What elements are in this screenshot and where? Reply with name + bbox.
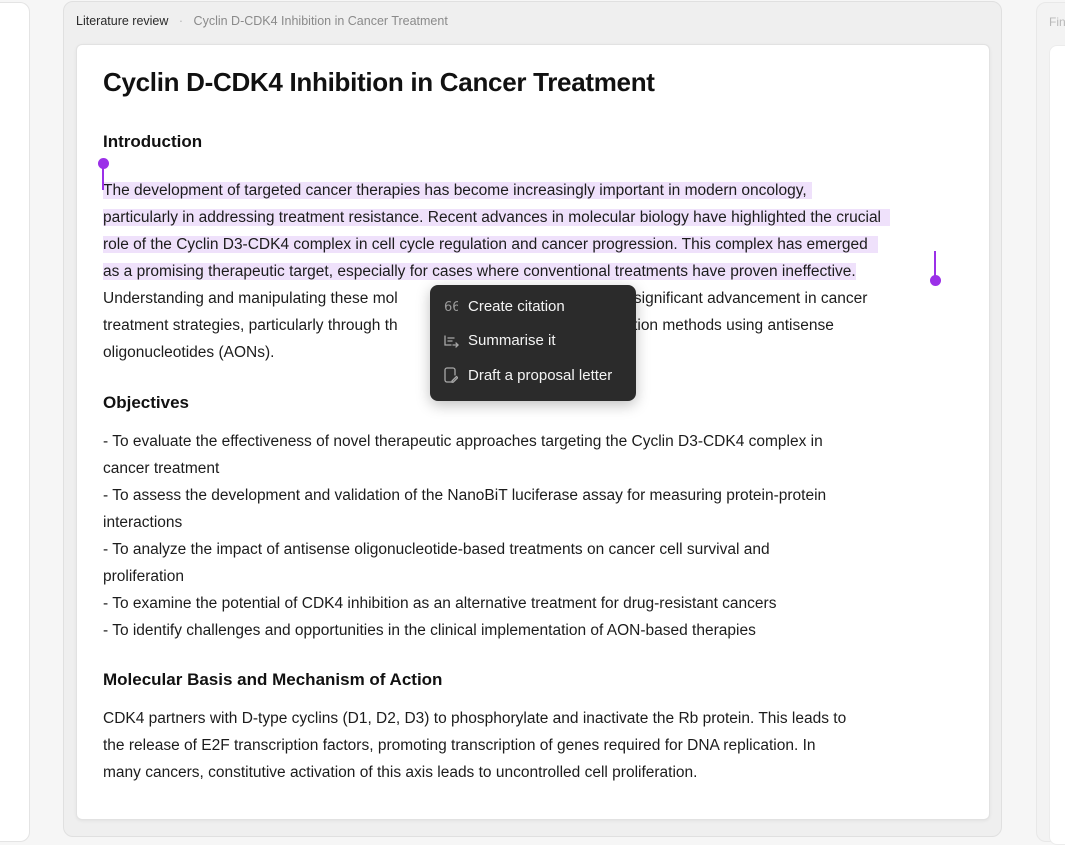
- document-title: Cyclin D-CDK4 Inhibition in Cancer Treat…: [103, 67, 655, 97]
- menu-item-label: Draft a proposal letter: [468, 366, 613, 384]
- list-item: cancer treatment: [103, 460, 220, 477]
- next-document-card[interactable]: Fin: [1036, 2, 1065, 845]
- selection-end-handle[interactable]: [930, 251, 942, 287]
- list-item: interactions: [103, 514, 183, 531]
- molecular-basis-paragraph[interactable]: CDK4 partners with D-type cyclins (D1, D…: [103, 705, 846, 786]
- next-document-page: [1049, 45, 1065, 845]
- draft-proposal-letter-menu-item[interactable]: Draft a proposal letter: [430, 358, 636, 393]
- list-item: - To assess the development and validati…: [103, 487, 827, 504]
- section-heading-introduction: Introduction: [103, 132, 203, 151]
- text-line: many cancers, constitutive activation of…: [103, 764, 698, 781]
- breadcrumb-separator: ·: [178, 14, 184, 28]
- list-item: - To identify challenges and opportuniti…: [103, 622, 756, 639]
- list-item: - To examine the potential of CDK4 inhib…: [103, 595, 777, 612]
- selected-text-line: The development of targeted cancer thera…: [103, 182, 812, 199]
- quote-icon: 66: [443, 298, 459, 314]
- menu-item-label: Summarise it: [468, 332, 556, 350]
- text-line: CDK4 partners with D-type cyclins (D1, D…: [103, 710, 847, 727]
- menu-item-label: Create citation: [468, 297, 565, 315]
- previous-document-card[interactable]: [0, 2, 30, 842]
- list-item: proliferation: [103, 568, 184, 585]
- selection-start-handle[interactable]: [98, 158, 109, 193]
- document-panel: Literature review · Cyclin D-CDK4 Inhibi…: [63, 1, 1002, 837]
- list-item: - To analyze the impact of antisense oli…: [103, 541, 770, 558]
- breadcrumb: Literature review · Cyclin D-CDK4 Inhibi…: [76, 14, 448, 28]
- text-line: nts a significant advancement in cancer: [596, 290, 868, 307]
- objectives-list[interactable]: - To evaluate the effectiveness of novel…: [103, 428, 826, 644]
- section-heading-molecular-basis: Molecular Basis and Mechanism of Action: [103, 670, 443, 689]
- create-citation-menu-item[interactable]: 66 Create citation: [430, 289, 636, 324]
- draft-letter-icon: [443, 367, 459, 384]
- text-line: the release of E2F transcription factors…: [103, 737, 816, 754]
- text-line: Understanding and manipulating these mol: [103, 290, 398, 307]
- selected-text-line: as a promising therapeutic target, espec…: [103, 263, 856, 280]
- text-line: bition methods using antisense: [621, 317, 834, 334]
- section-heading-objectives: Objectives: [103, 393, 189, 412]
- list-item: - To evaluate the effectiveness of novel…: [103, 433, 823, 450]
- next-document-breadcrumb: Fin: [1049, 15, 1065, 29]
- breadcrumb-current-page: Cyclin D-CDK4 Inhibition in Cancer Treat…: [193, 14, 448, 28]
- document-page[interactable]: Cyclin D-CDK4 Inhibition in Cancer Treat…: [76, 44, 990, 820]
- breadcrumb-root[interactable]: Literature review: [76, 14, 168, 28]
- text-line: treatment strategies, particularly throu…: [103, 317, 398, 334]
- selection-context-menu: 66 Create citation Summarise it Draft a …: [430, 285, 636, 401]
- svg-text:66: 66: [444, 300, 458, 312]
- text-line: oligonucleotides (AONs).: [103, 344, 275, 361]
- selected-text-line: particularly in addressing treatment res…: [103, 209, 891, 226]
- summarize-icon: [443, 333, 459, 349]
- summarise-menu-item[interactable]: Summarise it: [430, 324, 636, 359]
- selected-text-line: role of the Cyclin D3-CDK4 complex in ce…: [103, 236, 878, 253]
